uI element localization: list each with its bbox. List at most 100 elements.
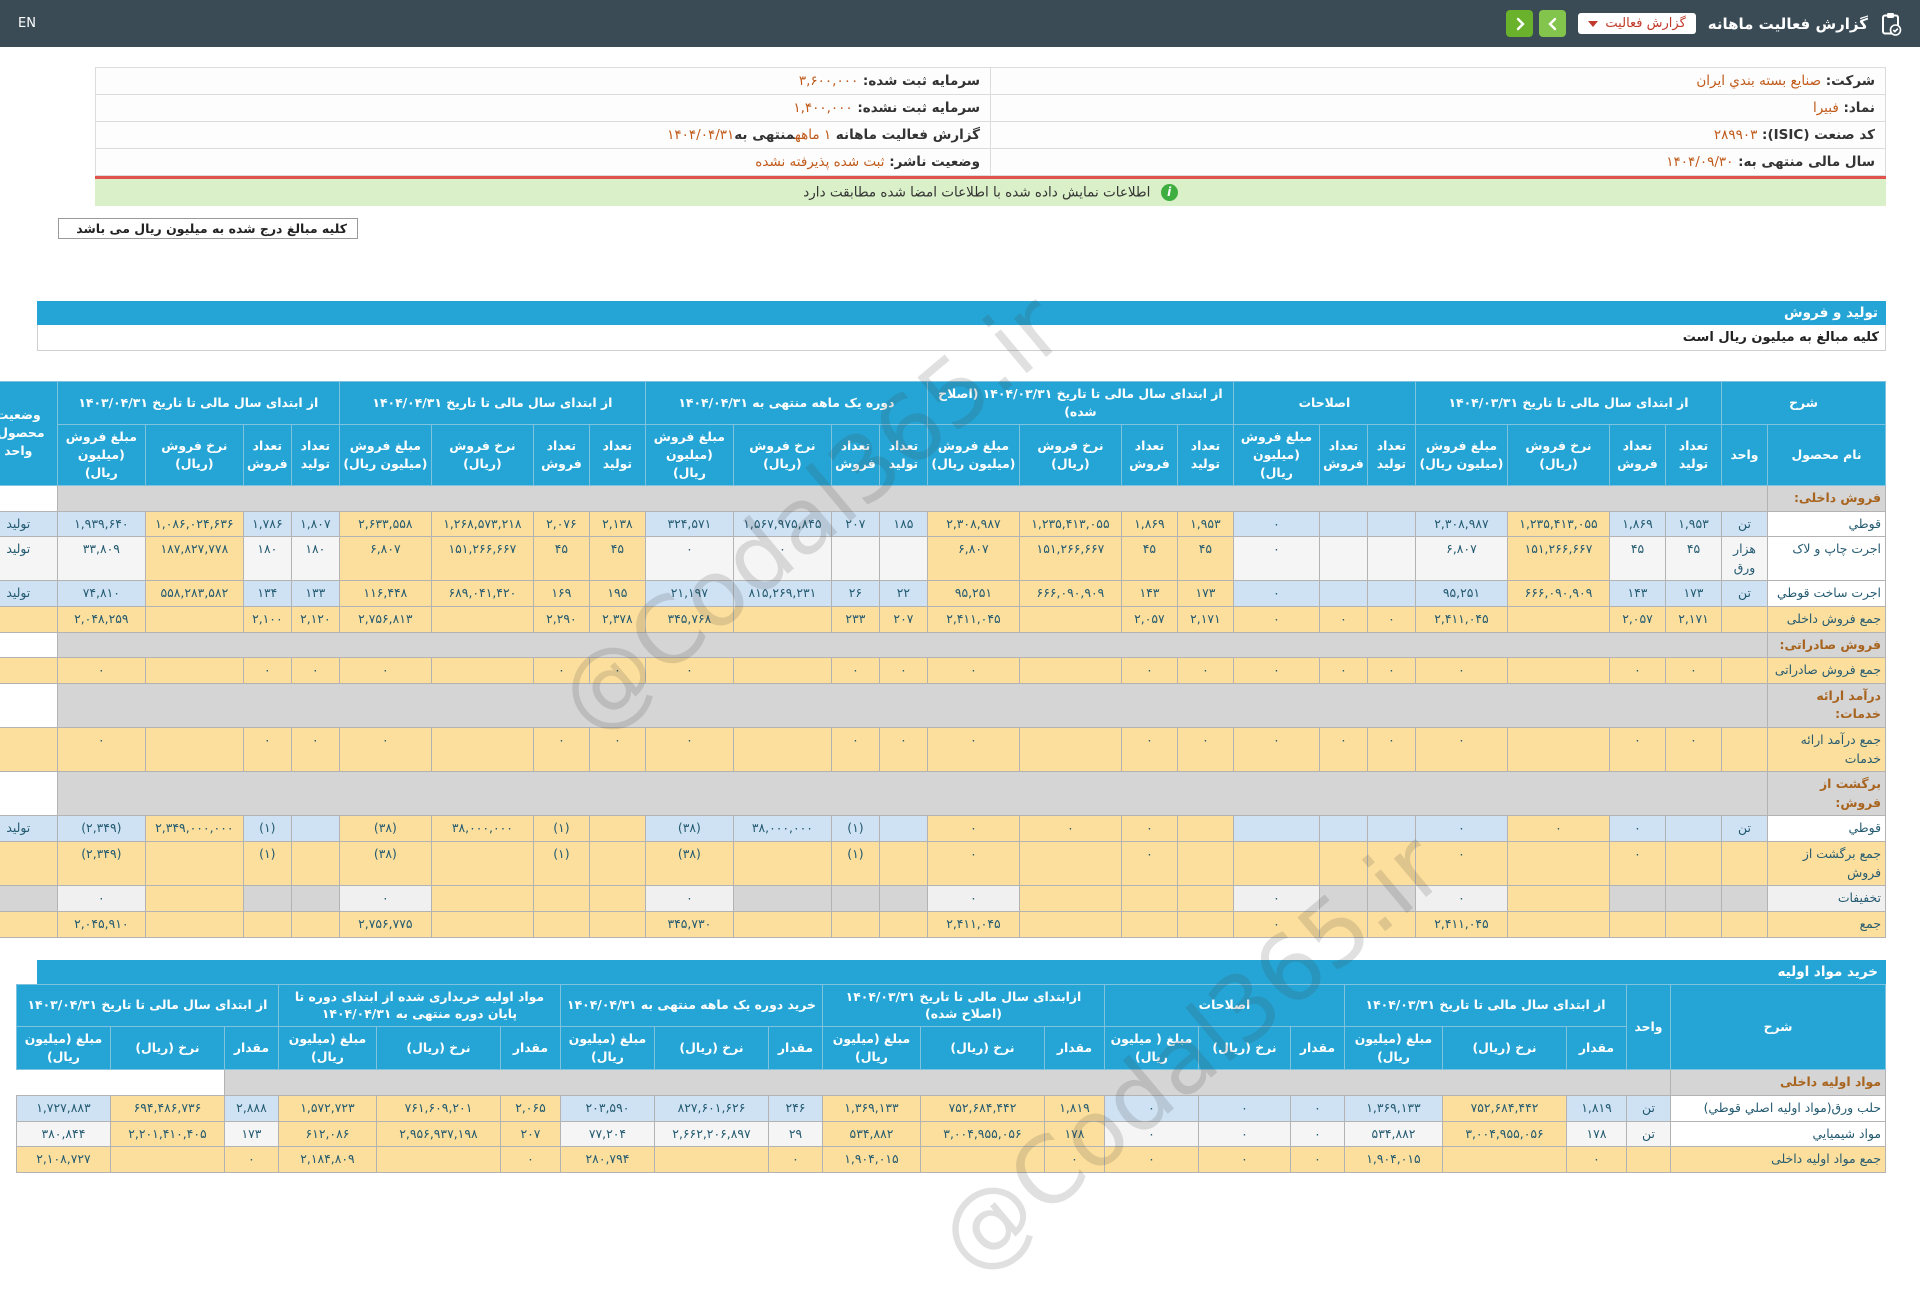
column-header: مبلغ (میلیون ریال) <box>15 1026 111 1071</box>
materials-section-title: خرید مواد اولیه <box>37 959 1886 984</box>
cell: ۲,۳۰۸,۹۸۷ <box>926 510 1020 538</box>
cell: (۱) <box>830 815 880 843</box>
cell: ۰ <box>767 1146 823 1173</box>
cell: ۶,۸۰۷ <box>926 536 1020 582</box>
top-bar: گزارش فعالیت ماهانه گزارش فعالیت EN <box>0 0 1920 47</box>
cell: ۰ <box>1232 580 1320 607</box>
cell: ۰ <box>1232 605 1320 633</box>
cell: ۲,۱۳۸ <box>588 510 646 538</box>
column-header: مقدار <box>499 1026 561 1071</box>
cell: ۰ <box>338 885 432 912</box>
column-header: مبلغ فروش (میلیون ریال) <box>1232 423 1320 486</box>
cell: ۰ <box>588 727 646 773</box>
cell: ۷۷,۲۰۴ <box>559 1120 655 1148</box>
column-header: تعداد تولید <box>290 423 340 486</box>
cell: ۳۸,۰۰۰,۰۰۰ <box>732 815 832 843</box>
header-row: نام محصول واحد تعداد تولید تعداد فروش نرخ فر… <box>0 423 1886 486</box>
cell <box>919 1146 1045 1173</box>
report-type-dropdown[interactable]: گزارش فعالیت <box>1578 13 1696 34</box>
cell: ۰ <box>1197 1120 1291 1148</box>
cell: ۱۵۱,۲۶۶,۶۶۷ <box>1018 536 1122 582</box>
cell: (۱) <box>532 815 590 843</box>
cell: ۰ <box>1197 1146 1291 1173</box>
cell <box>1318 910 1368 938</box>
info-cell: سال مالی منتهی به: ۱۴۰۴/۰۹/۳۰ <box>990 148 1886 176</box>
cell: ۲,۰۵۷ <box>1120 605 1178 633</box>
cell <box>430 605 534 633</box>
cell <box>732 657 832 684</box>
cell: ۰ <box>1366 727 1416 773</box>
column-header: مبلغ ( میلیون ریال) <box>1103 1026 1199 1071</box>
cell <box>1506 910 1610 938</box>
cell: ۰ <box>1318 657 1368 684</box>
column-header: مبلغ فروش (میلیون ریال) <box>338 423 432 486</box>
cell: ۲,۶۳۳,۵۵۸ <box>338 510 432 538</box>
cell: ۲۸۰,۷۹۴ <box>559 1146 655 1173</box>
cell: ۲,۷۵۶,۷۷۵ <box>338 910 432 938</box>
table-row: اجرت ساخت قوطي تن ۱۷۳ ۱۴۳ ۶۶۶,۰۹۰,۹۰۹ ۹۵,۲۵۱ ۰… <box>0 580 1886 607</box>
amounts-note-box: کلیه مبالغ درج شده به میلیون ریال می باش… <box>58 218 358 239</box>
cell: تن <box>1626 1095 1671 1122</box>
cell: ۰ <box>56 885 146 912</box>
cell: ۰ <box>1232 885 1320 912</box>
row-label: جمع فروش صادراتی <box>1767 657 1886 684</box>
cell <box>1664 841 1722 887</box>
total-row: جمع ۲,۴۱۱,۰۴۵ ۰ ۲,۴۱۱,۰۴۵ ۳۴۵,۷۳۰ ۲,۷۵۶,۷۷۵ ۲,… <box>0 910 1886 938</box>
cell: ۲,۱۸۴,۸۰۹ <box>277 1146 377 1173</box>
cell: ۰ <box>926 657 1020 684</box>
column-group-header: واحد <box>1626 983 1671 1071</box>
cell: تن <box>1720 580 1769 607</box>
column-header: مقدار <box>767 1026 823 1071</box>
info-cell: گزارش فعالیت ماهانه ۱ ماههمنتهی به۱۴۰۴/۰… <box>95 121 991 149</box>
info-row: کد صنعت (ISIC): ۲۸۹۹۰۳ گزارش فعالیت ماهان… <box>95 121 1886 149</box>
cell: ۰ <box>1018 815 1122 843</box>
cell: ۲,۶۶۲,۲۰۶,۸۹۷ <box>653 1120 769 1148</box>
section-filler <box>56 771 1769 817</box>
column-header: مبلغ (میلیون ریال) <box>277 1026 377 1071</box>
column-group-header: از ابتدای سال مالی تا تاریخ ۱۴۰۳/۰۴/۳۱ <box>56 381 340 425</box>
cell: ۱۱۶,۴۴۸ <box>338 580 432 607</box>
cell: ۲,۴۱۱,۰۴۵ <box>1414 910 1508 938</box>
cell <box>830 910 880 938</box>
cell: (۲,۳۴۹) <box>56 815 146 843</box>
cell: ۰ <box>926 885 1020 912</box>
info-cell: سرمایه ثبت شده: ۳,۶۰۰,۰۰۰ <box>95 67 991 95</box>
cell <box>588 885 646 912</box>
cell: ۲,۴۱۱,۰۴۵ <box>926 605 1020 633</box>
info-label: شرکت: <box>1821 73 1875 89</box>
header-group-row: شرح واحد از ابتدای سال مالی تا تاریخ ۱۴۰۴/… <box>15 983 1886 1071</box>
cell: ۱,۷۸۶ <box>242 510 292 538</box>
signed-data-banner-text: اطلاعات نمایش داده شده با اطلاعات امضا ش… <box>803 184 1151 201</box>
cell: ۰ <box>1608 841 1666 887</box>
cell: ۰ <box>56 657 146 684</box>
production-sales-table: شرح از ابتدای سال مالی تا تاریخ ۱۴۰۴/۰۳/۳… <box>0 381 1887 938</box>
cell: ۱۸۵ <box>878 510 928 538</box>
column-group-header: از ابتدای سال مالی تا تاریخ ۱۴۰۴/۰۳/۳۱ <box>1414 381 1722 425</box>
section-row: فروش داخلی: <box>0 484 1886 512</box>
cell <box>1664 885 1722 912</box>
cell <box>242 885 292 912</box>
cell <box>1664 815 1722 843</box>
cell: ۰ <box>1289 1095 1345 1122</box>
cell <box>1366 510 1416 538</box>
cell: (۳۸) <box>644 815 734 843</box>
cell <box>1366 910 1416 938</box>
previous-report-button[interactable] <box>1539 10 1567 37</box>
cell: (۳۸) <box>338 815 432 843</box>
cell: ۰ <box>1608 727 1666 773</box>
section-filler <box>56 631 1769 659</box>
language-switch-en[interactable]: EN <box>18 16 36 31</box>
cell <box>732 727 832 773</box>
cell: ۷۵۲,۶۸۴,۴۴۲ <box>1442 1095 1567 1122</box>
column-group-header: از ابتدای سال مالی تا تاریخ ۱۴۰۴/۰۳/۳۱ (… <box>926 381 1234 425</box>
next-report-button[interactable] <box>1506 10 1534 37</box>
cell: ۰ <box>242 727 292 773</box>
table-row: اجرت چاپ و لاک هزار ورق ۴۵ ۴۵ ۱۵۱,۲۶۶,۶۶۷ ۶,۸… <box>0 536 1886 582</box>
cell <box>1626 1146 1671 1173</box>
row-label: جمع فروش داخلی <box>1767 605 1886 633</box>
cell: ۰ <box>1232 536 1320 582</box>
column-header: تعداد تولید <box>588 423 646 486</box>
row-label: جمع برگشت از فروش <box>1767 841 1886 887</box>
cell: ۱,۰۸۶,۰۲۴,۶۳۶ <box>144 510 244 538</box>
cell: ۰ <box>830 657 880 684</box>
